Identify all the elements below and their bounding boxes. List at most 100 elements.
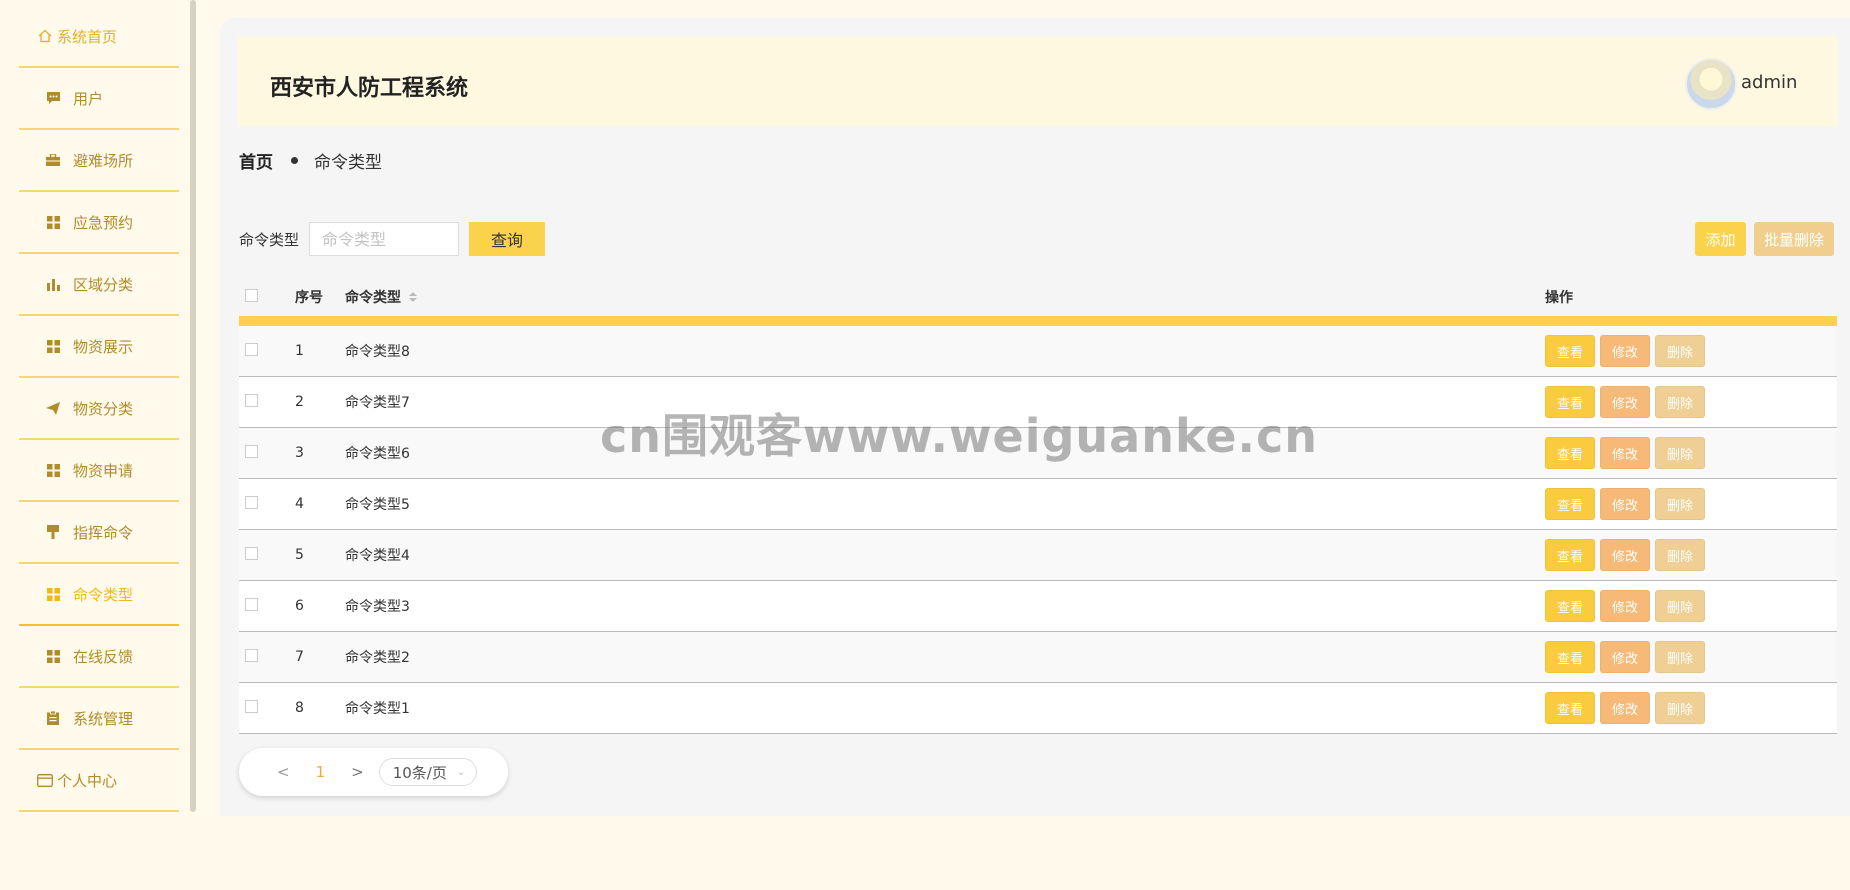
row-actions: 查看 修改 删除 [1545, 386, 1705, 418]
sidebar-item[interactable]: 命令类型 [19, 564, 179, 626]
row-checkbox[interactable] [245, 444, 258, 458]
view-button[interactable]: 查看 [1545, 692, 1595, 724]
delete-button[interactable]: 删除 [1655, 692, 1705, 724]
edit-button[interactable]: 修改 [1600, 335, 1650, 367]
view-button[interactable]: 查看 [1545, 488, 1595, 520]
prev-page-button[interactable]: < [277, 763, 290, 781]
sidebar-item-label: 区域分类 [73, 275, 134, 294]
delete-button[interactable]: 删除 [1655, 437, 1705, 469]
row-checkbox[interactable] [245, 597, 258, 611]
grid-icon [45, 586, 61, 602]
row-check-cell [239, 393, 295, 411]
sidebar-item[interactable]: 应急预约 [19, 192, 179, 254]
row-check-cell [239, 342, 295, 360]
table-row: 4 命令类型5 查看 修改 删除 [239, 479, 1837, 530]
row-check-cell [239, 597, 295, 615]
view-button[interactable]: 查看 [1545, 641, 1595, 673]
grid-icon [45, 648, 61, 664]
table-header: 序号 命令类型 操作 [239, 278, 1837, 326]
card-icon [37, 772, 53, 788]
search-label: 命令类型 [239, 231, 300, 249]
watermark: cn围观客www.weiguanke.cn [600, 409, 1319, 463]
row-checkbox[interactable] [245, 546, 258, 560]
sidebar-item[interactable]: 指挥命令 [19, 502, 179, 564]
row-index: 7 [295, 649, 304, 665]
table-row: 5 命令类型4 查看 修改 删除 [239, 530, 1837, 581]
data-table: 序号 命令类型 操作 1 命令类型8 查看 修改 删除 2 命令类型7 查看 修改 删除 3 命令类型… [239, 278, 1837, 734]
select-all-checkbox[interactable] [245, 288, 258, 302]
row-index: 3 [295, 445, 304, 461]
query-button[interactable]: 查询 [469, 222, 545, 256]
row-actions: 查看 修改 删除 [1545, 488, 1705, 520]
row-index: 4 [295, 496, 304, 512]
row-check-cell [239, 546, 295, 564]
sort-icon[interactable] [409, 292, 417, 302]
edit-button[interactable]: 修改 [1600, 641, 1650, 673]
row-actions: 查看 修改 删除 [1545, 539, 1705, 571]
column-header-type-label: 命令类型 [345, 290, 401, 306]
delete-button[interactable]: 删除 [1655, 335, 1705, 367]
row-type: 命令类型4 [345, 548, 410, 564]
row-checkbox[interactable] [245, 495, 258, 509]
breadcrumb-current: 命令类型 [314, 153, 382, 173]
sidebar-item[interactable]: 物资申请 [19, 440, 179, 502]
select-all-cell [239, 288, 295, 306]
avatar[interactable] [1685, 58, 1737, 110]
row-actions: 查看 修改 删除 [1545, 692, 1705, 724]
edit-button[interactable]: 修改 [1600, 539, 1650, 571]
sidebar-item[interactable]: 用户 [19, 68, 179, 130]
grid-icon [45, 214, 61, 230]
sidebar-item[interactable]: 系统管理 [19, 688, 179, 750]
row-checkbox[interactable] [245, 648, 258, 662]
page-number[interactable]: 1 [316, 763, 326, 781]
delete-button[interactable]: 删除 [1655, 386, 1705, 418]
row-checkbox[interactable] [245, 699, 258, 713]
row-index: 8 [295, 700, 304, 716]
next-page-button[interactable]: > [351, 763, 364, 781]
edit-button[interactable]: 修改 [1600, 386, 1650, 418]
sidebar-item[interactable]: 在线反馈 [19, 626, 179, 688]
brush-icon [45, 524, 61, 540]
view-button[interactable]: 查看 [1545, 437, 1595, 469]
sidebar: 系统首页 用户 避难场所 应急预约区域分类物资展示 物资分类 物资申请指挥命令命令类型 在线… [0, 0, 192, 890]
edit-button[interactable]: 修改 [1600, 488, 1650, 520]
username[interactable]: admin [1741, 72, 1797, 93]
sidebar-item[interactable]: 个人中心 [19, 750, 179, 812]
search-input[interactable] [309, 222, 459, 256]
delete-button[interactable]: 删除 [1655, 641, 1705, 673]
grid-icon [45, 462, 61, 478]
row-check-cell [239, 699, 295, 717]
edit-button[interactable]: 修改 [1600, 590, 1650, 622]
batch-delete-button[interactable]: 批量删除 [1754, 222, 1834, 256]
view-button[interactable]: 查看 [1545, 590, 1595, 622]
sidebar-item[interactable]: 物资展示 [19, 316, 179, 378]
edit-button[interactable]: 修改 [1600, 437, 1650, 469]
send-icon [45, 400, 61, 416]
sidebar-item-label: 指挥命令 [73, 523, 134, 542]
delete-button[interactable]: 删除 [1655, 488, 1705, 520]
edit-button[interactable]: 修改 [1600, 692, 1650, 724]
add-button[interactable]: 添加 [1695, 222, 1746, 256]
view-button[interactable]: 查看 [1545, 335, 1595, 367]
row-checkbox[interactable] [245, 393, 258, 407]
view-button[interactable]: 查看 [1545, 386, 1595, 418]
sidebar-item[interactable]: 物资分类 [19, 378, 179, 440]
breadcrumb: 首页 命令类型 [239, 148, 382, 173]
home-icon [37, 28, 53, 44]
column-header-ops: 操作 [1545, 290, 1573, 306]
breadcrumb-home[interactable]: 首页 [239, 148, 273, 173]
delete-button[interactable]: 删除 [1655, 539, 1705, 571]
sidebar-item[interactable]: 区域分类 [19, 254, 179, 316]
sidebar-item-label: 个人中心 [57, 771, 118, 790]
sidebar-item[interactable]: 系统首页 [19, 6, 179, 68]
sidebar-scrollbar[interactable] [190, 0, 196, 812]
view-button[interactable]: 查看 [1545, 539, 1595, 571]
header: 西安市人防工程系统 admin [238, 36, 1838, 126]
row-index: 5 [295, 547, 304, 563]
column-header-type[interactable]: 命令类型 [345, 287, 1545, 307]
page-size-select[interactable]: 10条/页 ⌄ [378, 758, 477, 786]
sidebar-item[interactable]: 避难场所 [19, 130, 179, 192]
pagination: < 1 > 10条/页 ⌄ [239, 748, 508, 796]
row-checkbox[interactable] [245, 342, 258, 356]
delete-button[interactable]: 删除 [1655, 590, 1705, 622]
